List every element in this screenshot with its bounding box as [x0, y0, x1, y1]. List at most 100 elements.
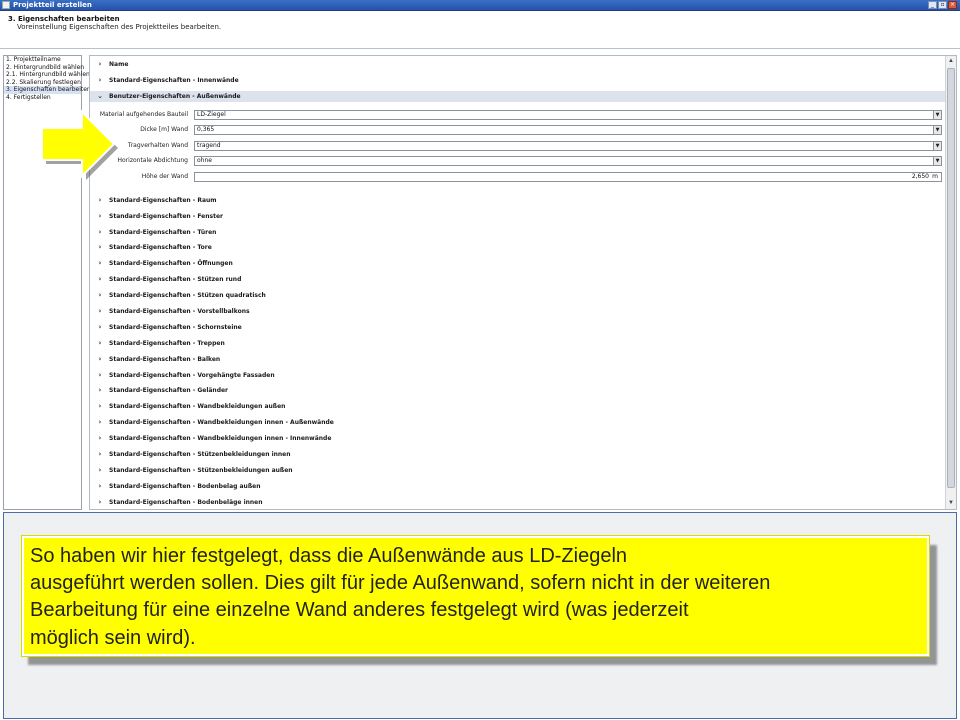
- chevron-right-icon: ›: [98, 450, 102, 459]
- app-window: Projektteil erstellen _ ▫ × 3. Eigenscha…: [0, 0, 960, 720]
- callout-line: möglich sein wird).: [30, 626, 196, 649]
- chevron-right-icon: ›: [98, 354, 102, 363]
- section-label: Standard-Eigenschaften - Bodenbeläge inn…: [109, 498, 263, 506]
- chevron-right-icon: ›: [98, 307, 102, 316]
- callout-text: So haben wir hier festgelegt, dass die A…: [30, 543, 925, 652]
- property-row: Horizontale Abdichtung ohne ▼: [90, 156, 946, 167]
- section-header[interactable]: › Standard-Eigenschaften - Stützen quadra…: [90, 288, 946, 304]
- window-title: Projektteil erstellen: [13, 1, 92, 9]
- section-header[interactable]: › Standard-Eigenschaften - Stützenbekleid…: [90, 463, 946, 479]
- section-header[interactable]: › Standard-Eigenschaften - Geländer: [90, 383, 946, 399]
- load-behavior-select[interactable]: tragend ▼: [194, 140, 942, 151]
- section-label: Standard-Eigenschaften - Wandbekleidunge…: [109, 403, 286, 411]
- step-item[interactable]: 4. Fertigstellen: [4, 94, 81, 102]
- section-label: Standard-Eigenschaften - Stützen quadrat…: [109, 292, 266, 300]
- chevron-right-icon: ›: [98, 211, 102, 220]
- dropdown-arrow-icon[interactable]: ▼: [933, 141, 941, 150]
- section-label: Standard-Eigenschaften - Stützenbekleidu…: [109, 466, 293, 474]
- section-header[interactable]: › Standard-Eigenschaften - Vorstellbalkon…: [90, 304, 946, 320]
- step-item[interactable]: 2.2. Skalierung festlegen: [4, 79, 81, 87]
- section-header[interactable]: › Standard-Eigenschaften - Stützenbekleid…: [90, 447, 946, 463]
- chevron-right-icon: ›: [98, 386, 102, 395]
- section-header[interactable]: › Standard-Eigenschaften - Fenster: [90, 209, 946, 225]
- section-label: Benutzer-Eigenschaften - Außenwände: [109, 92, 241, 100]
- material-select[interactable]: LD-Ziegel ▼: [194, 109, 942, 120]
- section-header[interactable]: › Standard-Eigenschaften - Balken: [90, 352, 946, 368]
- minimize-button[interactable]: _: [928, 1, 937, 9]
- scrollbar-thumb[interactable]: [947, 68, 955, 488]
- chevron-down-icon: ⌄: [97, 91, 103, 100]
- wall-height-input[interactable]: 2,650 m: [194, 171, 942, 182]
- property-row: Material aufgehendes Bauteil LD-Ziegel ▼: [90, 109, 946, 120]
- unit-label: m: [932, 172, 938, 180]
- callout-line: So haben wir hier festgelegt, dass die A…: [30, 545, 628, 567]
- section-label: Standard-Eigenschaften - Schornsteine: [109, 323, 242, 331]
- property-row: Dicke [m] Wand 0,365 ▼: [90, 125, 946, 136]
- step-item[interactable]: 1. Projektteilname: [4, 56, 81, 64]
- chevron-right-icon: ›: [98, 60, 102, 68]
- section-header[interactable]: › Standard-Eigenschaften - Wandbekleidung…: [90, 415, 946, 431]
- section-header[interactable]: › Standard-Eigenschaften - Treppen: [90, 336, 946, 352]
- section-header[interactable]: › Standard-Eigenschaften - Raum: [90, 193, 946, 209]
- section-header[interactable]: › Standard-Eigenschaften - Türen: [90, 225, 946, 241]
- chevron-right-icon: ›: [98, 195, 102, 204]
- step-item[interactable]: 2.1. Hintergrundbild wählen: [4, 71, 90, 79]
- chevron-right-icon: ›: [98, 370, 102, 379]
- section-header[interactable]: › Standard-Eigenschaften - Wandbekleidung…: [90, 399, 946, 415]
- property-value: tragend: [197, 141, 221, 149]
- close-button[interactable]: ×: [948, 1, 957, 9]
- section-label: Standard-Eigenschaften - Stützenbekleidu…: [109, 451, 291, 459]
- section-header[interactable]: › Standard-Eigenschaften - Schornsteine: [90, 320, 946, 336]
- section-label: Standard-Eigenschaften - Balken: [109, 355, 221, 363]
- chevron-right-icon: ›: [98, 243, 102, 252]
- chevron-right-icon: ›: [98, 227, 102, 236]
- pointer-arrow-icon: [41, 109, 118, 180]
- section-header[interactable]: › Name: [90, 57, 946, 73]
- step-item-active[interactable]: 3. Eigenschaften bearbeiten: [4, 86, 91, 94]
- title-bar: Projektteil erstellen _ ▫ ×: [0, 0, 960, 11]
- section-label: Standard-Eigenschaften - Vorstellbalkons: [109, 308, 250, 316]
- section-label: Name: [109, 61, 129, 68]
- section-header[interactable]: › Standard-Eigenschaften - Tore: [90, 240, 946, 256]
- section-label: Standard-Eigenschaften - Raum: [109, 196, 217, 204]
- horizontal-sealing-select[interactable]: ohne ▼: [194, 156, 942, 167]
- chevron-right-icon: ›: [98, 338, 102, 347]
- property-label: Höhe der Wand: [141, 172, 188, 180]
- scroll-down-icon[interactable]: ▼: [947, 499, 955, 507]
- section-header[interactable]: › Standard-Eigenschaften - Innenwände: [90, 73, 946, 89]
- chevron-right-icon: ›: [98, 497, 102, 506]
- callout-line: ausgeführt werden sollen. Dies gilt für …: [30, 572, 771, 595]
- dropdown-arrow-icon[interactable]: ▼: [933, 157, 941, 166]
- expanded-properties: Material aufgehendes Bauteil LD-Ziegel ▼…: [90, 102, 946, 193]
- section-header[interactable]: › Standard-Eigenschaften - Stützen rund: [90, 272, 946, 288]
- tutorial-callout: So haben wir hier festgelegt, dass die A…: [22, 536, 929, 656]
- dropdown-arrow-icon[interactable]: ▼: [933, 110, 941, 119]
- scroll-up-icon[interactable]: ▲: [947, 57, 955, 65]
- chevron-right-icon: ›: [98, 75, 102, 84]
- callout-line: Bearbeitung für eine einzelne Wand ander…: [30, 599, 689, 622]
- maximize-button[interactable]: ▫: [938, 1, 947, 9]
- section-header[interactable]: › Standard-Eigenschaften - Öffnungen: [90, 256, 946, 272]
- property-value: LD-Ziegel: [197, 110, 226, 118]
- section-header[interactable]: › Standard-Eigenschaften - Wandbekleidung…: [90, 431, 946, 447]
- chevron-right-icon: ›: [98, 402, 102, 411]
- section-label: Standard-Eigenschaften - Fenster: [109, 212, 223, 220]
- chevron-right-icon: ›: [98, 259, 102, 268]
- property-label: Dicke [m] Wand: [140, 126, 188, 134]
- section-header[interactable]: › Standard-Eigenschaften - Vorgehängte Fa…: [90, 368, 946, 384]
- section-label: Standard-Eigenschaften - Wandbekleidunge…: [109, 419, 334, 427]
- step-item[interactable]: 2. Hintergrundbild wählen: [4, 64, 84, 72]
- wall-thickness-select[interactable]: 0,365 ▼: [194, 125, 942, 136]
- dropdown-arrow-icon[interactable]: ▼: [933, 126, 941, 135]
- section-header[interactable]: › Standard-Eigenschaften - Bodenbelag auß…: [90, 479, 946, 495]
- page-title: 3. Eigenschaften bearbeiten: [8, 15, 120, 23]
- page-subtitle: Voreinstellung Eigenschaften des Projekt…: [17, 23, 222, 31]
- section-header-expanded[interactable]: ⌄ Benutzer-Eigenschaften - Außenwände: [90, 90, 946, 102]
- section-label: Standard-Eigenschaften - Wandbekleidunge…: [109, 435, 332, 443]
- property-row: Höhe der Wand 2,650 m: [90, 171, 946, 182]
- chevron-right-icon: ›: [98, 418, 102, 427]
- vertical-scrollbar[interactable]: ▲ ▼: [945, 56, 956, 509]
- property-row: Tragverhalten Wand tragend ▼: [90, 140, 946, 151]
- section-label: Standard-Eigenschaften - Stützen rund: [109, 276, 242, 284]
- section-header[interactable]: › Standard-Eigenschaften - Bodenbeläge in…: [90, 495, 946, 511]
